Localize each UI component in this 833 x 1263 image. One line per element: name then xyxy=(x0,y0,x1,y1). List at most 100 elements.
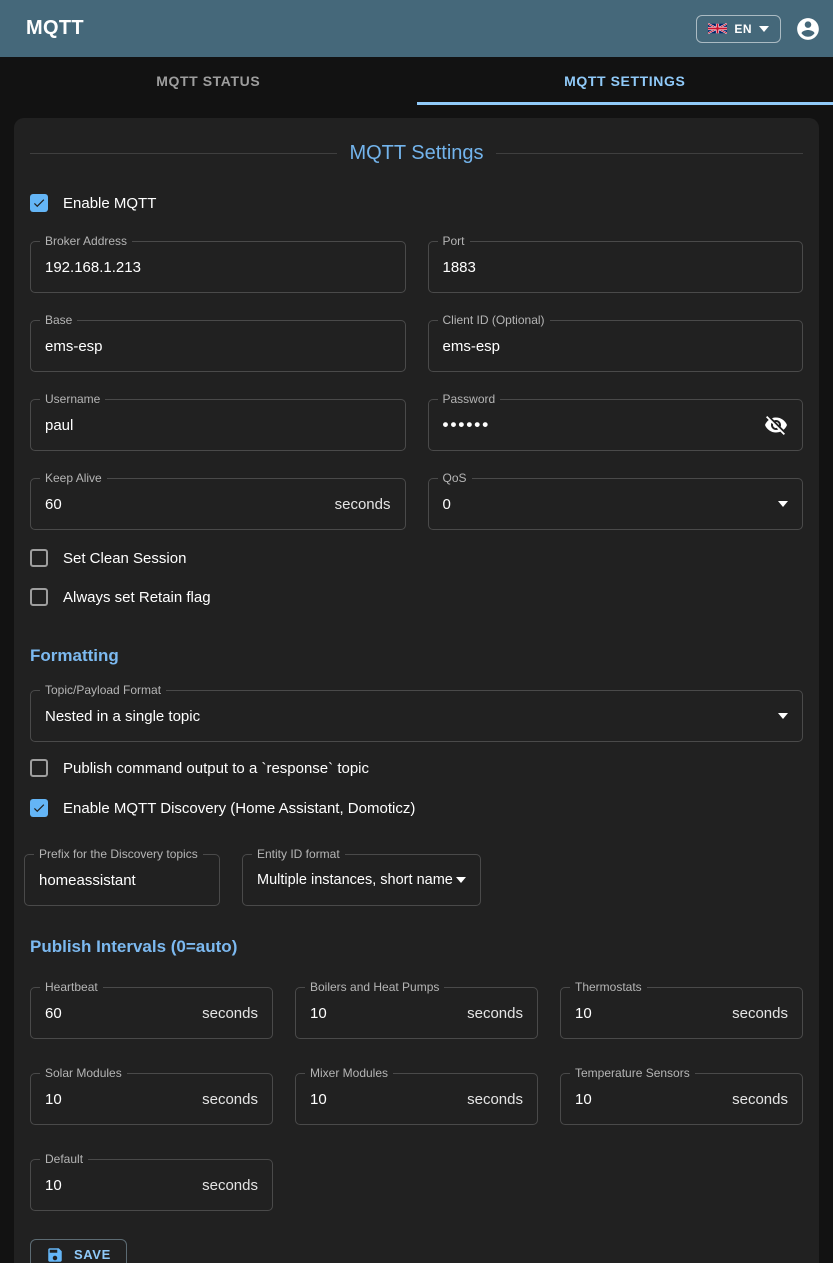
chevron-down-icon xyxy=(759,26,769,32)
password-value: •••••• xyxy=(443,415,491,435)
base-value: ems-esp xyxy=(45,338,103,355)
broker-address-label: Broker Address xyxy=(40,234,132,248)
dropdown-arrow-icon xyxy=(778,713,788,719)
boilers-value: 10 xyxy=(310,1005,327,1022)
thermostats-unit: seconds xyxy=(732,1005,788,1022)
password-field[interactable]: Password •••••• xyxy=(428,399,804,451)
boilers-interval-field[interactable]: Boilers and Heat Pumps 10 seconds xyxy=(295,987,538,1039)
solar-unit: seconds xyxy=(202,1091,258,1108)
connection-fields-grid: Broker Address 192.168.1.213 Port 1883 B… xyxy=(30,241,803,530)
client-id-label: Client ID (Optional) xyxy=(438,313,550,327)
save-button[interactable]: SAVE xyxy=(30,1239,127,1263)
account-button[interactable] xyxy=(795,16,821,42)
port-value: 1883 xyxy=(443,259,476,276)
qos-select[interactable]: QoS 0 xyxy=(428,478,804,530)
settings-card: MQTT Settings Enable MQTT Broker Address… xyxy=(14,118,819,1263)
tab-mqtt-status[interactable]: MQTT STATUS xyxy=(0,57,417,105)
broker-address-field[interactable]: Broker Address 192.168.1.213 xyxy=(30,241,406,293)
heartbeat-value: 60 xyxy=(45,1005,62,1022)
discovery-prefix-label: Prefix for the Discovery topics xyxy=(34,847,203,861)
checkmark-icon xyxy=(32,196,46,210)
retain-flag-label: Always set Retain flag xyxy=(63,589,211,606)
visibility-off-icon xyxy=(764,413,788,437)
heartbeat-unit: seconds xyxy=(202,1005,258,1022)
entity-id-format-label: Entity ID format xyxy=(252,847,345,861)
clean-session-checkbox-row[interactable]: Set Clean Session xyxy=(30,549,803,567)
language-selector-button[interactable]: EN xyxy=(696,15,781,43)
page-title: MQTT xyxy=(26,17,84,40)
thermostats-value: 10 xyxy=(575,1005,592,1022)
dropdown-arrow-icon xyxy=(778,501,788,507)
tab-mqtt-settings[interactable]: MQTT SETTINGS xyxy=(417,57,833,105)
username-field[interactable]: Username paul xyxy=(30,399,406,451)
temperature-label: Temperature Sensors xyxy=(570,1066,695,1080)
discovery-checkbox-row[interactable]: Enable MQTT Discovery (Home Assistant, D… xyxy=(30,799,803,817)
discovery-prefix-field[interactable]: Prefix for the Discovery topics homeassi… xyxy=(24,854,220,906)
default-interval-field[interactable]: Default 10 seconds xyxy=(30,1159,273,1211)
qos-label: QoS xyxy=(438,471,472,485)
checkmark-icon xyxy=(32,801,46,815)
thermostats-interval-field[interactable]: Thermostats 10 seconds xyxy=(560,987,803,1039)
keep-alive-label: Keep Alive xyxy=(40,471,107,485)
divider-left xyxy=(30,153,337,154)
discovery-checkbox[interactable] xyxy=(30,799,48,817)
default-label: Default xyxy=(40,1152,88,1166)
language-label: EN xyxy=(734,22,752,36)
uk-flag-icon xyxy=(708,23,727,34)
username-label: Username xyxy=(40,392,105,406)
default-unit: seconds xyxy=(202,1177,258,1194)
client-id-value: ems-esp xyxy=(443,338,501,355)
toggle-password-visibility-button[interactable] xyxy=(764,413,788,437)
discovery-fields-row: Prefix for the Discovery topics homeassi… xyxy=(24,854,803,906)
topic-format-value: Nested in a single topic xyxy=(45,708,200,725)
mixer-label: Mixer Modules xyxy=(305,1066,393,1080)
qos-value: 0 xyxy=(443,496,451,513)
response-topic-checkbox-row[interactable]: Publish command output to a `response` t… xyxy=(30,759,803,777)
enable-mqtt-label: Enable MQTT xyxy=(63,195,156,212)
boilers-unit: seconds xyxy=(467,1005,523,1022)
card-title-text: MQTT Settings xyxy=(349,142,483,165)
discovery-prefix-value: homeassistant xyxy=(39,872,136,889)
account-circle-icon xyxy=(795,16,821,42)
app-bar: MQTT EN xyxy=(0,0,833,57)
mixer-value: 10 xyxy=(310,1091,327,1108)
base-label: Base xyxy=(40,313,77,327)
card-title: MQTT Settings xyxy=(30,142,803,165)
topic-format-label: Topic/Payload Format xyxy=(40,683,166,697)
tab-bar: MQTT STATUS MQTT SETTINGS xyxy=(0,57,833,105)
enable-mqtt-checkbox-row[interactable]: Enable MQTT xyxy=(30,194,803,212)
entity-id-format-select[interactable]: Entity ID format Multiple instances, sho… xyxy=(242,854,481,906)
temperature-interval-field[interactable]: Temperature Sensors 10 seconds xyxy=(560,1073,803,1125)
boilers-label: Boilers and Heat Pumps xyxy=(305,980,444,994)
port-field[interactable]: Port 1883 xyxy=(428,241,804,293)
keep-alive-unit: seconds xyxy=(335,496,391,513)
heartbeat-label: Heartbeat xyxy=(40,980,103,994)
intervals-grid: Heartbeat 60 seconds Boilers and Heat Pu… xyxy=(30,987,803,1211)
discovery-label: Enable MQTT Discovery (Home Assistant, D… xyxy=(63,800,415,817)
base-field[interactable]: Base ems-esp xyxy=(30,320,406,372)
temperature-unit: seconds xyxy=(732,1091,788,1108)
divider-right xyxy=(496,153,803,154)
topic-format-select[interactable]: Topic/Payload Format Nested in a single … xyxy=(30,690,803,742)
clean-session-checkbox[interactable] xyxy=(30,549,48,567)
password-label: Password xyxy=(438,392,501,406)
username-value: paul xyxy=(45,417,73,434)
response-topic-label: Publish command output to a `response` t… xyxy=(63,760,369,777)
publish-intervals-heading: Publish Intervals (0=auto) xyxy=(30,937,803,957)
solar-interval-field[interactable]: Solar Modules 10 seconds xyxy=(30,1073,273,1125)
client-id-field[interactable]: Client ID (Optional) ems-esp xyxy=(428,320,804,372)
thermostats-label: Thermostats xyxy=(570,980,647,994)
response-topic-checkbox[interactable] xyxy=(30,759,48,777)
broker-address-value: 192.168.1.213 xyxy=(45,259,141,276)
default-value: 10 xyxy=(45,1177,62,1194)
retain-flag-checkbox[interactable] xyxy=(30,588,48,606)
keep-alive-field[interactable]: Keep Alive 60 seconds xyxy=(30,478,406,530)
save-icon xyxy=(46,1246,64,1263)
entity-id-format-value: Multiple instances, short name xyxy=(257,872,453,888)
heartbeat-interval-field[interactable]: Heartbeat 60 seconds xyxy=(30,987,273,1039)
retain-flag-checkbox-row[interactable]: Always set Retain flag xyxy=(30,588,803,606)
solar-label: Solar Modules xyxy=(40,1066,127,1080)
dropdown-arrow-icon xyxy=(456,877,466,883)
mixer-interval-field[interactable]: Mixer Modules 10 seconds xyxy=(295,1073,538,1125)
enable-mqtt-checkbox[interactable] xyxy=(30,194,48,212)
